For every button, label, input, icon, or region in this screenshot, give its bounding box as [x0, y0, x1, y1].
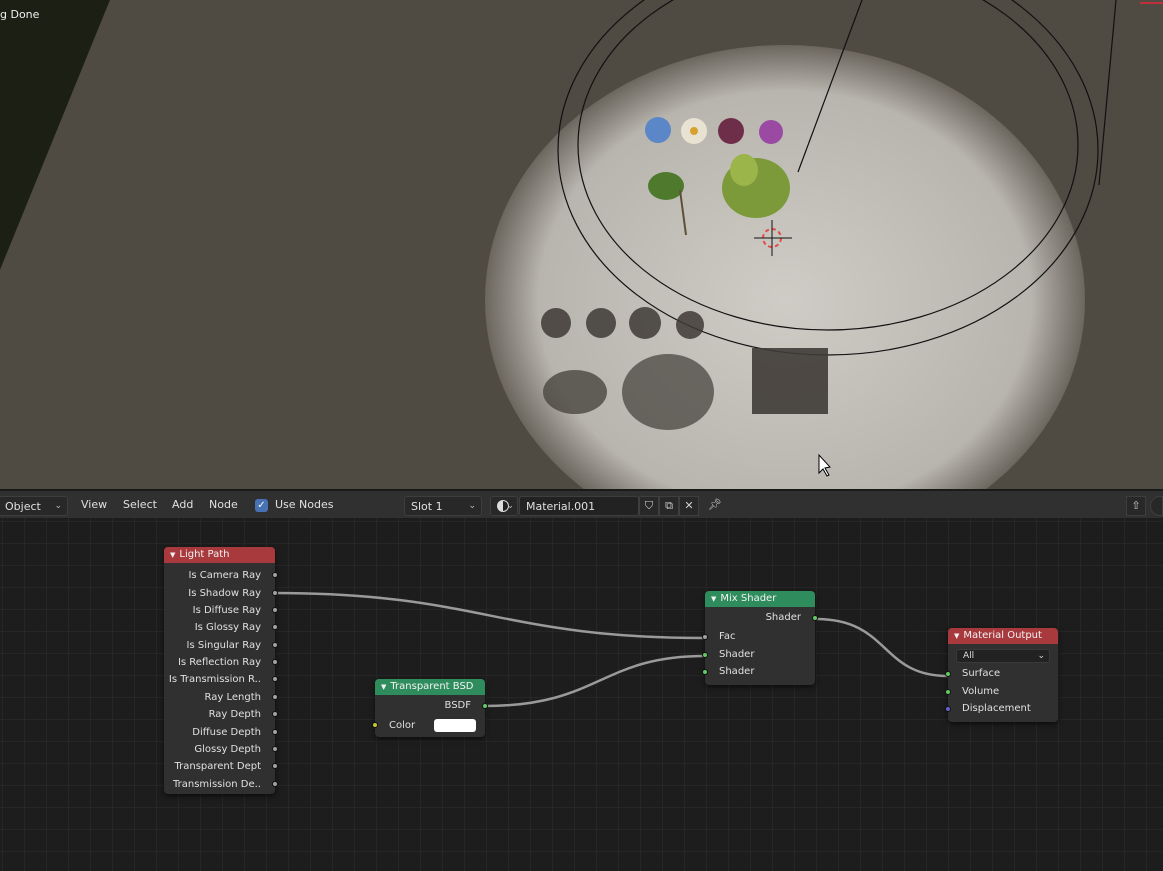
socket-fac[interactable] — [702, 634, 708, 640]
parent-node-tree-icon[interactable]: ⇧ — [1126, 496, 1146, 516]
material-name: Material.001 — [526, 499, 596, 513]
node-transparent-bsdf[interactable]: ▼ Transparent BSD BSDF Color — [372, 679, 488, 737]
output-is-shadow-ray: Is Shadow Ray — [188, 588, 261, 599]
input-color-label: Color — [389, 720, 416, 731]
socket-shader-in-1[interactable] — [702, 652, 708, 658]
input-shader-1: Shader — [719, 649, 755, 660]
socket-shader-in-2[interactable] — [702, 669, 708, 675]
3d-viewport[interactable]: g Done — [0, 0, 1163, 489]
socket-glossy-depth[interactable] — [272, 746, 278, 752]
socket-volume[interactable] — [945, 689, 951, 695]
input-displacement: Displacement — [962, 703, 1031, 714]
use-nodes-label: Use Nodes — [275, 498, 334, 511]
mode-dropdown[interactable]: Object ⌄ — [0, 496, 68, 516]
link-bsdf-to-shader — [484, 654, 706, 708]
socket-ray-depth[interactable] — [272, 711, 278, 717]
output-ray-length: Ray Length — [204, 692, 261, 703]
node-light-path-title[interactable]: ▼ Light Path — [164, 547, 275, 563]
input-surface: Surface — [962, 668, 1001, 679]
chevron-down-icon: ⌄ — [506, 501, 514, 511]
overlay-icon[interactable] — [1150, 496, 1163, 516]
chevron-down-icon: ⌄ — [1037, 651, 1045, 661]
collapse-triangle-icon[interactable]: ▼ — [381, 683, 386, 691]
mode-label: Object — [5, 499, 41, 513]
output-shader: Shader — [765, 612, 801, 623]
socket-surface[interactable] — [945, 671, 951, 677]
socket-is-singular-ray[interactable] — [272, 642, 278, 648]
output-is-singular-ray: Is Singular Ray — [186, 640, 261, 651]
socket-displacement[interactable] — [945, 706, 951, 712]
input-fac: Fac — [719, 631, 736, 642]
output-is-diffuse-ray: Is Diffuse Ray — [192, 605, 261, 616]
socket-transparent-depth[interactable] — [272, 763, 278, 769]
material-browse-button[interactable]: ⌄ — [490, 496, 518, 516]
slot-dropdown[interactable]: Slot 1 ⌄ — [404, 496, 482, 516]
output-is-transmission-ray: Is Transmission R.. — [168, 674, 261, 685]
socket-diffuse-depth[interactable] — [272, 729, 278, 735]
output-transparent-depth: Transparent Dept — [174, 761, 261, 772]
unlink-material-close-icon[interactable]: ✕ — [679, 496, 699, 516]
socket-color[interactable] — [372, 722, 378, 728]
socket-shader-out[interactable] — [812, 615, 818, 621]
socket-ray-length[interactable] — [272, 694, 278, 700]
node-mix-shader[interactable]: ▼ Mix Shader Shader Fac Shader Shader — [702, 591, 818, 685]
pin-icon[interactable]: 📌︎ — [705, 496, 725, 516]
color-swatch[interactable] — [434, 719, 476, 732]
slot-label: Slot 1 — [411, 499, 443, 513]
node-mix-shader-title[interactable]: ▼ Mix Shader — [705, 591, 815, 607]
node-light-path[interactable]: ▼ Light Path Is Camera Ray Is Shadow Ray … — [164, 547, 278, 794]
node-transparent-bsdf-title[interactable]: ▼ Transparent BSD — [375, 679, 485, 695]
input-volume: Volume — [962, 686, 1000, 697]
node-material-output[interactable]: ▼ Material Output All ⌄ Surface Volume Di… — [945, 628, 1058, 722]
chevron-down-icon: ⌄ — [468, 501, 476, 511]
socket-is-transmission-ray[interactable] — [272, 676, 278, 682]
node-editor-canvas[interactable]: ▼ Light Path Is Camera Ray Is Shadow Ray … — [0, 518, 1163, 871]
collapse-triangle-icon[interactable]: ▼ — [711, 595, 716, 603]
target-dropdown[interactable]: All ⌄ — [956, 649, 1050, 663]
fake-user-shield-icon[interactable]: ⛉ — [639, 496, 659, 516]
menu-node[interactable]: Node — [209, 498, 238, 511]
output-transmission-depth: Transmission De.. — [173, 779, 261, 790]
duplicate-material-icon[interactable]: ⧉ — [659, 496, 679, 516]
link-shadow-to-fac — [273, 591, 706, 640]
collapse-triangle-icon[interactable]: ▼ — [170, 551, 175, 559]
output-ray-depth: Ray Depth — [208, 709, 261, 720]
menu-select[interactable]: Select — [123, 498, 157, 511]
socket-bsdf[interactable] — [482, 703, 488, 709]
viewport-scene — [0, 0, 1163, 489]
output-diffuse-depth: Diffuse Depth — [192, 727, 261, 738]
output-is-glossy-ray: Is Glossy Ray — [194, 622, 261, 633]
output-is-camera-ray: Is Camera Ray — [188, 570, 261, 581]
chevron-down-icon: ⌄ — [54, 501, 62, 511]
menu-view[interactable]: View — [81, 498, 107, 511]
output-bsdf: BSDF — [444, 700, 471, 711]
socket-is-camera-ray[interactable] — [272, 572, 278, 578]
socket-is-glossy-ray[interactable] — [272, 624, 278, 630]
link-mix-to-surface — [815, 617, 949, 678]
use-nodes-checkbox[interactable]: ✓ — [255, 499, 268, 512]
socket-is-shadow-ray[interactable] — [272, 590, 278, 596]
socket-is-diffuse-ray[interactable] — [272, 607, 278, 613]
node-editor-header: Object ⌄ View Select Add Node ✓ Use Node… — [0, 489, 1163, 518]
material-name-field[interactable]: Material.001 — [519, 496, 639, 516]
collapse-triangle-icon[interactable]: ▼ — [954, 632, 959, 640]
input-shader-2: Shader — [719, 666, 755, 677]
output-glossy-depth: Glossy Depth — [194, 744, 261, 755]
node-material-output-title[interactable]: ▼ Material Output — [948, 628, 1058, 644]
socket-transmission-depth[interactable] — [272, 781, 278, 787]
menu-add[interactable]: Add — [172, 498, 193, 511]
viewport-status-text: g Done — [0, 8, 40, 21]
socket-is-reflection-ray[interactable] — [272, 659, 278, 665]
output-is-reflection-ray: Is Reflection Ray — [177, 657, 261, 668]
